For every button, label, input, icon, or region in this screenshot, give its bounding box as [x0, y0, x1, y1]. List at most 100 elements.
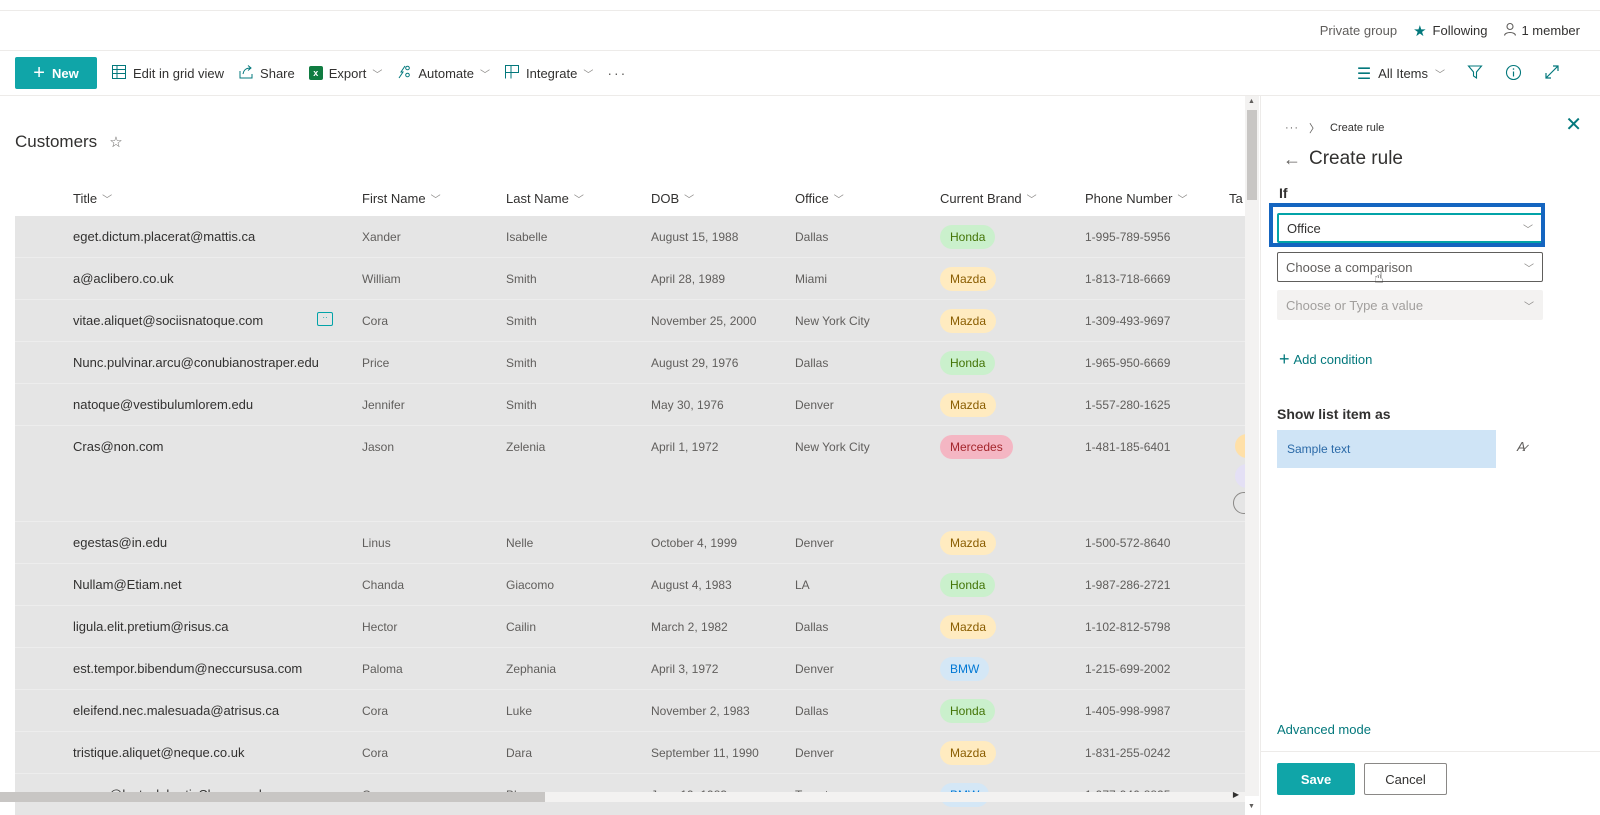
new-button[interactable]: + New	[15, 57, 97, 89]
cell-title[interactable]: vitae.aliquet@sociisnatoque.com	[73, 313, 263, 328]
brand-badge: Mazda	[940, 267, 997, 291]
chevron-down-icon: ﹀	[1435, 70, 1445, 81]
column-header[interactable]: Title ﹀	[73, 191, 112, 206]
table-row[interactable]: eleifend.nec.malesuada@atrisus.ca Cora Luk…	[15, 690, 1245, 732]
column-header-label: Ta	[1229, 190, 1243, 206]
horizontal-scrollbar[interactable]: ▶	[0, 790, 1245, 802]
vertical-scrollbar[interactable]: ▲ ▼	[1245, 96, 1259, 810]
column-header[interactable]: First Name ﹀	[362, 191, 441, 206]
column-header-label: Phone Number	[1085, 190, 1173, 206]
cell-last: Zephania	[506, 662, 557, 676]
value-dropdown[interactable]: Choose or Type a value ﹀	[1277, 290, 1543, 320]
back-arrow-icon[interactable]: ←	[1283, 149, 1301, 170]
brand-badge: Mazda	[940, 741, 997, 765]
cell-title[interactable]: Nunc.pulvinar.arcu@conubianostraper.edu	[73, 355, 319, 370]
cell-first: Price	[362, 356, 390, 370]
column-header[interactable]: Phone Number ﹀	[1085, 191, 1187, 206]
close-icon[interactable]: ✕	[1565, 112, 1582, 137]
column-header[interactable]: Ta	[1229, 191, 1243, 206]
brand-badge: Honda	[940, 225, 996, 249]
scroll-down-arrow-icon[interactable]: ▼	[1248, 803, 1255, 810]
scroll-right-arrow-icon[interactable]: ▶	[1233, 790, 1239, 799]
chevron-down-icon: ﹀	[102, 194, 113, 206]
cell-title[interactable]: eleifend.nec.malesuada@atrisus.ca	[73, 703, 279, 718]
table-row[interactable]: Cras@non.com Jason Zelenia April 1, 1972 New…	[15, 426, 1255, 522]
comment-icon[interactable]: ··	[317, 312, 333, 326]
cancel-button[interactable]: Cancel	[1364, 763, 1447, 795]
column-header[interactable]: DOB ﹀	[651, 191, 694, 206]
table-row[interactable]: tristique.aliquet@neque.co.uk Cora Dara Sep…	[15, 732, 1245, 774]
cell-last: Nelle	[506, 536, 534, 550]
cell-last: Luke	[506, 704, 533, 718]
automate-icon	[396, 64, 412, 83]
info-icon[interactable]	[1505, 64, 1522, 84]
person-icon	[1503, 22, 1517, 39]
highlight-box	[1269, 203, 1545, 247]
edit-grid-label: Edit in grid view	[133, 65, 225, 81]
cell-office: New York City	[795, 440, 870, 454]
view-selector[interactable]: ☰ All Items ﹀	[1357, 64, 1445, 84]
table-row[interactable]: ligula.elit.pretium@risus.ca Hector Cailin…	[15, 606, 1245, 648]
cell-title[interactable]: Nullam@Etiam.net	[73, 577, 182, 592]
chevron-down-icon: ﹀	[573, 194, 584, 206]
cell-phone: 1-995-789-5956	[1085, 230, 1171, 244]
cell-phone: 1-102-812-5798	[1085, 620, 1171, 634]
members-button[interactable]: 1 member	[1503, 22, 1580, 39]
table-row[interactable]: egestas@in.edu Linus Nelle October 4, 1999 D…	[15, 522, 1245, 564]
column-header[interactable]: Current Brand ﹀	[940, 191, 1037, 206]
cell-title[interactable]: natoque@vestibulumlorem.edu	[73, 397, 253, 412]
cell-title[interactable]: tristique.aliquet@neque.co.uk	[73, 745, 244, 760]
column-header[interactable]: Office ﹀	[795, 191, 844, 206]
horizontal-scroll-thumb[interactable]	[0, 792, 545, 802]
following-button[interactable]: ★ Following	[1413, 22, 1487, 40]
cell-phone: 1-405-998-9987	[1085, 704, 1171, 718]
format-style-icon[interactable]: A̷	[1517, 439, 1526, 454]
export-button[interactable]: x Export ﹀	[308, 66, 382, 81]
expand-icon[interactable]	[1544, 64, 1560, 83]
comparison-dropdown[interactable]: Choose a comparison ﹀	[1277, 252, 1543, 282]
cell-phone: 1-481-185-6401	[1085, 440, 1171, 454]
cell-title[interactable]: ligula.elit.pretium@risus.ca	[73, 619, 229, 634]
table-row[interactable]: Nullam@Etiam.net Chanda Giacomo August 4, 1…	[15, 564, 1245, 606]
share-button[interactable]: Share	[238, 64, 295, 83]
table-row[interactable]: eget.dictum.placerat@mattis.ca Xander Isab…	[15, 216, 1245, 258]
brand-badge: Mazda	[940, 393, 997, 417]
cell-title[interactable]: eget.dictum.placerat@mattis.ca	[73, 229, 255, 244]
command-bar: + New Edit in grid view Share x Export ﹀…	[0, 51, 1600, 96]
cell-dob: April 1, 1972	[651, 440, 719, 454]
table-header: Title ﹀ First Name ﹀ Last Name ﹀ DOB ﹀ Office ﹀ Cu…	[15, 181, 1245, 215]
cell-first: Cora	[362, 314, 389, 328]
cell-first: Paloma	[362, 662, 403, 676]
cell-title[interactable]: egestas@in.edu	[73, 535, 167, 550]
table-row[interactable]: est.tempor.bibendum@neccursusa.com Paloma…	[15, 648, 1245, 690]
filter-icon[interactable]	[1467, 64, 1483, 83]
cell-title[interactable]: a@aclibero.co.uk	[73, 271, 174, 286]
favorite-star-icon[interactable]: ☆	[109, 133, 122, 151]
table-row[interactable]: natoque@vestibulumlorem.edu Jennifer Smith…	[15, 384, 1245, 426]
scroll-up-arrow-icon[interactable]: ▲	[1248, 98, 1255, 105]
brand-badge: BMW	[940, 657, 990, 681]
advanced-mode-link[interactable]: Advanced mode	[1277, 722, 1371, 737]
table-row[interactable]: vitae.aliquet@sociisnatoque.com Cora Smith…	[15, 300, 1245, 342]
add-condition-button[interactable]: + Add condition	[1279, 350, 1372, 368]
cell-title[interactable]: est.tempor.bibendum@neccursusa.com	[73, 661, 302, 676]
vertical-scroll-thumb[interactable]	[1247, 110, 1257, 200]
cell-dob: August 4, 1983	[651, 578, 732, 592]
cell-last: Dara	[506, 746, 533, 760]
new-label: New	[51, 65, 79, 81]
breadcrumb-more-button[interactable]: ···	[1285, 122, 1299, 134]
more-options-button[interactable]: ···	[607, 65, 627, 81]
cell-dob: March 2, 1982	[651, 620, 728, 634]
panel-footer: Save Cancel	[1261, 751, 1600, 815]
automate-button[interactable]: Automate ﹀	[396, 64, 490, 83]
cell-title[interactable]: Cras@non.com	[73, 439, 164, 454]
table-row[interactable]: Nunc.pulvinar.arcu@conubianostraper.edu P…	[15, 342, 1245, 384]
panel-breadcrumb: ··· 〉 Create rule	[1285, 120, 1384, 136]
edit-grid-button[interactable]: Edit in grid view	[111, 64, 224, 83]
table-row[interactable]: a@aclibero.co.uk William Smith April 28, 19…	[15, 258, 1245, 300]
save-button[interactable]: Save	[1277, 763, 1355, 795]
integrate-button[interactable]: Integrate ﹀	[504, 64, 593, 83]
column-header[interactable]: Last Name ﹀	[506, 191, 584, 206]
column-header-label: Current Brand	[940, 190, 1022, 206]
cell-dob: April 3, 1972	[651, 662, 719, 676]
